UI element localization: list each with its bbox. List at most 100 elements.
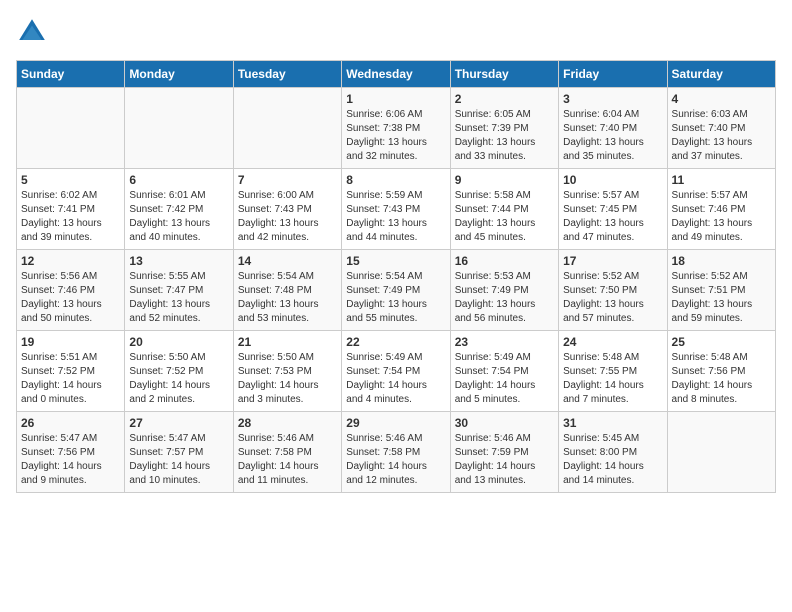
- day-number: 6: [129, 173, 228, 187]
- calendar-week-row: 19 Sunrise: 5:51 AM Sunset: 7:52 PM Dayli…: [17, 331, 776, 412]
- calendar-table: SundayMondayTuesdayWednesdayThursdayFrid…: [16, 60, 776, 493]
- day-info: Sunrise: 5:47 AM Sunset: 7:57 PM Dayligh…: [129, 432, 228, 488]
- calendar-cell: 11Sunrise: 5:57 AM Sunset: 7:46 PM Dayli…: [667, 169, 775, 250]
- day-header: Thursday: [450, 61, 558, 88]
- calendar-cell: 6 Sunrise: 6:01 AM Sunset: 7:42 PM Daylig…: [125, 169, 233, 250]
- day-info: Sunrise: 6:05 AM Sunset: 7:39 PM Dayligh…: [455, 108, 554, 164]
- calendar-cell: 13 Sunrise: 5:55 AM Sunset: 7:47 PM Dayli…: [125, 250, 233, 331]
- calendar-cell: [667, 412, 775, 493]
- calendar-cell: 20Sunrise: 5:50 AM Sunset: 7:52 PM Dayli…: [125, 331, 233, 412]
- day-header: Tuesday: [233, 61, 341, 88]
- day-info: Sunrise: 5:46 AM Sunset: 7:59 PM Dayligh…: [455, 432, 554, 488]
- calendar-week-row: 5Sunrise: 6:02 AM Sunset: 7:41 PM Daylig…: [17, 169, 776, 250]
- calendar-cell: 18 Sunrise: 5:52 AM Sunset: 7:51 PM Dayli…: [667, 250, 775, 331]
- calendar-cell: 17 Sunrise: 5:52 AM Sunset: 7:50 PM Dayli…: [559, 250, 667, 331]
- day-number: 26: [21, 416, 120, 430]
- day-info: Sunrise: 5:47 AM Sunset: 7:56 PM Dayligh…: [21, 432, 120, 488]
- day-number: 31: [563, 416, 662, 430]
- day-info: Sunrise: 5:49 AM Sunset: 7:54 PM Dayligh…: [346, 351, 445, 407]
- day-info: Sunrise: 5:57 AM Sunset: 7:45 PM Dayligh…: [563, 189, 662, 245]
- calendar-cell: 23 Sunrise: 5:49 AM Sunset: 7:54 PM Dayli…: [450, 331, 558, 412]
- day-number: 8: [346, 173, 445, 187]
- day-number: 17: [563, 254, 662, 268]
- calendar-cell: [125, 88, 233, 169]
- calendar-cell: 14 Sunrise: 5:54 AM Sunset: 7:48 PM Dayli…: [233, 250, 341, 331]
- day-info: Sunrise: 5:48 AM Sunset: 7:56 PM Dayligh…: [672, 351, 771, 407]
- calendar-cell: 27 Sunrise: 5:47 AM Sunset: 7:57 PM Dayli…: [125, 412, 233, 493]
- calendar-cell: [233, 88, 341, 169]
- calendar-cell: 21 Sunrise: 5:50 AM Sunset: 7:53 PM Dayli…: [233, 331, 341, 412]
- day-info: Sunrise: 6:04 AM Sunset: 7:40 PM Dayligh…: [563, 108, 662, 164]
- day-number: 12: [21, 254, 120, 268]
- day-number: 16: [455, 254, 554, 268]
- day-info: Sunrise: 5:48 AM Sunset: 7:55 PM Dayligh…: [563, 351, 662, 407]
- calendar-cell: 16 Sunrise: 5:53 AM Sunset: 7:49 PM Dayli…: [450, 250, 558, 331]
- day-info: Sunrise: 5:51 AM Sunset: 7:52 PM Dayligh…: [21, 351, 120, 407]
- day-number: 27: [129, 416, 228, 430]
- day-number: 13: [129, 254, 228, 268]
- day-info: Sunrise: 5:52 AM Sunset: 7:50 PM Dayligh…: [563, 270, 662, 326]
- calendar-cell: 25 Sunrise: 5:48 AM Sunset: 7:56 PM Dayli…: [667, 331, 775, 412]
- calendar-cell: [17, 88, 125, 169]
- day-info: Sunrise: 5:50 AM Sunset: 7:53 PM Dayligh…: [238, 351, 337, 407]
- day-number: 10: [563, 173, 662, 187]
- logo: [16, 16, 52, 48]
- day-number: 19: [21, 335, 120, 349]
- day-number: 14: [238, 254, 337, 268]
- calendar-header-row: SundayMondayTuesdayWednesdayThursdayFrid…: [17, 61, 776, 88]
- day-number: 5: [21, 173, 120, 187]
- header: [16, 16, 776, 48]
- calendar-week-row: 26 Sunrise: 5:47 AM Sunset: 7:56 PM Dayli…: [17, 412, 776, 493]
- day-number: 7: [238, 173, 337, 187]
- day-number: 21: [238, 335, 337, 349]
- day-number: 2: [455, 92, 554, 106]
- day-number: 23: [455, 335, 554, 349]
- day-number: 11: [672, 173, 771, 187]
- day-number: 3: [563, 92, 662, 106]
- day-info: Sunrise: 5:50 AM Sunset: 7:52 PM Dayligh…: [129, 351, 228, 407]
- day-info: Sunrise: 5:54 AM Sunset: 7:49 PM Dayligh…: [346, 270, 445, 326]
- day-info: Sunrise: 5:54 AM Sunset: 7:48 PM Dayligh…: [238, 270, 337, 326]
- day-number: 18: [672, 254, 771, 268]
- calendar-cell: 30 Sunrise: 5:46 AM Sunset: 7:59 PM Dayli…: [450, 412, 558, 493]
- day-info: Sunrise: 5:58 AM Sunset: 7:44 PM Dayligh…: [455, 189, 554, 245]
- day-info: Sunrise: 5:56 AM Sunset: 7:46 PM Dayligh…: [21, 270, 120, 326]
- calendar-cell: 10 Sunrise: 5:57 AM Sunset: 7:45 PM Dayli…: [559, 169, 667, 250]
- day-info: Sunrise: 6:01 AM Sunset: 7:42 PM Dayligh…: [129, 189, 228, 245]
- day-info: Sunrise: 6:06 AM Sunset: 7:38 PM Dayligh…: [346, 108, 445, 164]
- day-info: Sunrise: 5:55 AM Sunset: 7:47 PM Dayligh…: [129, 270, 228, 326]
- day-header: Sunday: [17, 61, 125, 88]
- day-number: 28: [238, 416, 337, 430]
- calendar-cell: 3 Sunrise: 6:04 AM Sunset: 7:40 PM Daylig…: [559, 88, 667, 169]
- calendar-cell: 9 Sunrise: 5:58 AM Sunset: 7:44 PM Daylig…: [450, 169, 558, 250]
- day-header: Wednesday: [342, 61, 450, 88]
- day-info: Sunrise: 6:00 AM Sunset: 7:43 PM Dayligh…: [238, 189, 337, 245]
- calendar-cell: 29Sunrise: 5:46 AM Sunset: 7:58 PM Dayli…: [342, 412, 450, 493]
- day-info: Sunrise: 5:45 AM Sunset: 8:00 PM Dayligh…: [563, 432, 662, 488]
- day-number: 1: [346, 92, 445, 106]
- calendar-cell: 15 Sunrise: 5:54 AM Sunset: 7:49 PM Dayli…: [342, 250, 450, 331]
- calendar-cell: 19 Sunrise: 5:51 AM Sunset: 7:52 PM Dayli…: [17, 331, 125, 412]
- day-info: Sunrise: 5:49 AM Sunset: 7:54 PM Dayligh…: [455, 351, 554, 407]
- day-info: Sunrise: 5:52 AM Sunset: 7:51 PM Dayligh…: [672, 270, 771, 326]
- day-number: 24: [563, 335, 662, 349]
- calendar-cell: 5Sunrise: 6:02 AM Sunset: 7:41 PM Daylig…: [17, 169, 125, 250]
- calendar-week-row: 12 Sunrise: 5:56 AM Sunset: 7:46 PM Dayli…: [17, 250, 776, 331]
- calendar-cell: 4Sunrise: 6:03 AM Sunset: 7:40 PM Daylig…: [667, 88, 775, 169]
- day-header: Friday: [559, 61, 667, 88]
- day-header: Monday: [125, 61, 233, 88]
- calendar-cell: 1 Sunrise: 6:06 AM Sunset: 7:38 PM Daylig…: [342, 88, 450, 169]
- logo-icon: [16, 16, 48, 48]
- calendar-cell: 26 Sunrise: 5:47 AM Sunset: 7:56 PM Dayli…: [17, 412, 125, 493]
- calendar-cell: 22Sunrise: 5:49 AM Sunset: 7:54 PM Dayli…: [342, 331, 450, 412]
- day-number: 30: [455, 416, 554, 430]
- day-number: 9: [455, 173, 554, 187]
- day-info: Sunrise: 5:46 AM Sunset: 7:58 PM Dayligh…: [346, 432, 445, 488]
- day-info: Sunrise: 5:46 AM Sunset: 7:58 PM Dayligh…: [238, 432, 337, 488]
- day-number: 15: [346, 254, 445, 268]
- day-number: 25: [672, 335, 771, 349]
- day-info: Sunrise: 5:59 AM Sunset: 7:43 PM Dayligh…: [346, 189, 445, 245]
- calendar-cell: 12 Sunrise: 5:56 AM Sunset: 7:46 PM Dayli…: [17, 250, 125, 331]
- day-info: Sunrise: 5:53 AM Sunset: 7:49 PM Dayligh…: [455, 270, 554, 326]
- day-header: Saturday: [667, 61, 775, 88]
